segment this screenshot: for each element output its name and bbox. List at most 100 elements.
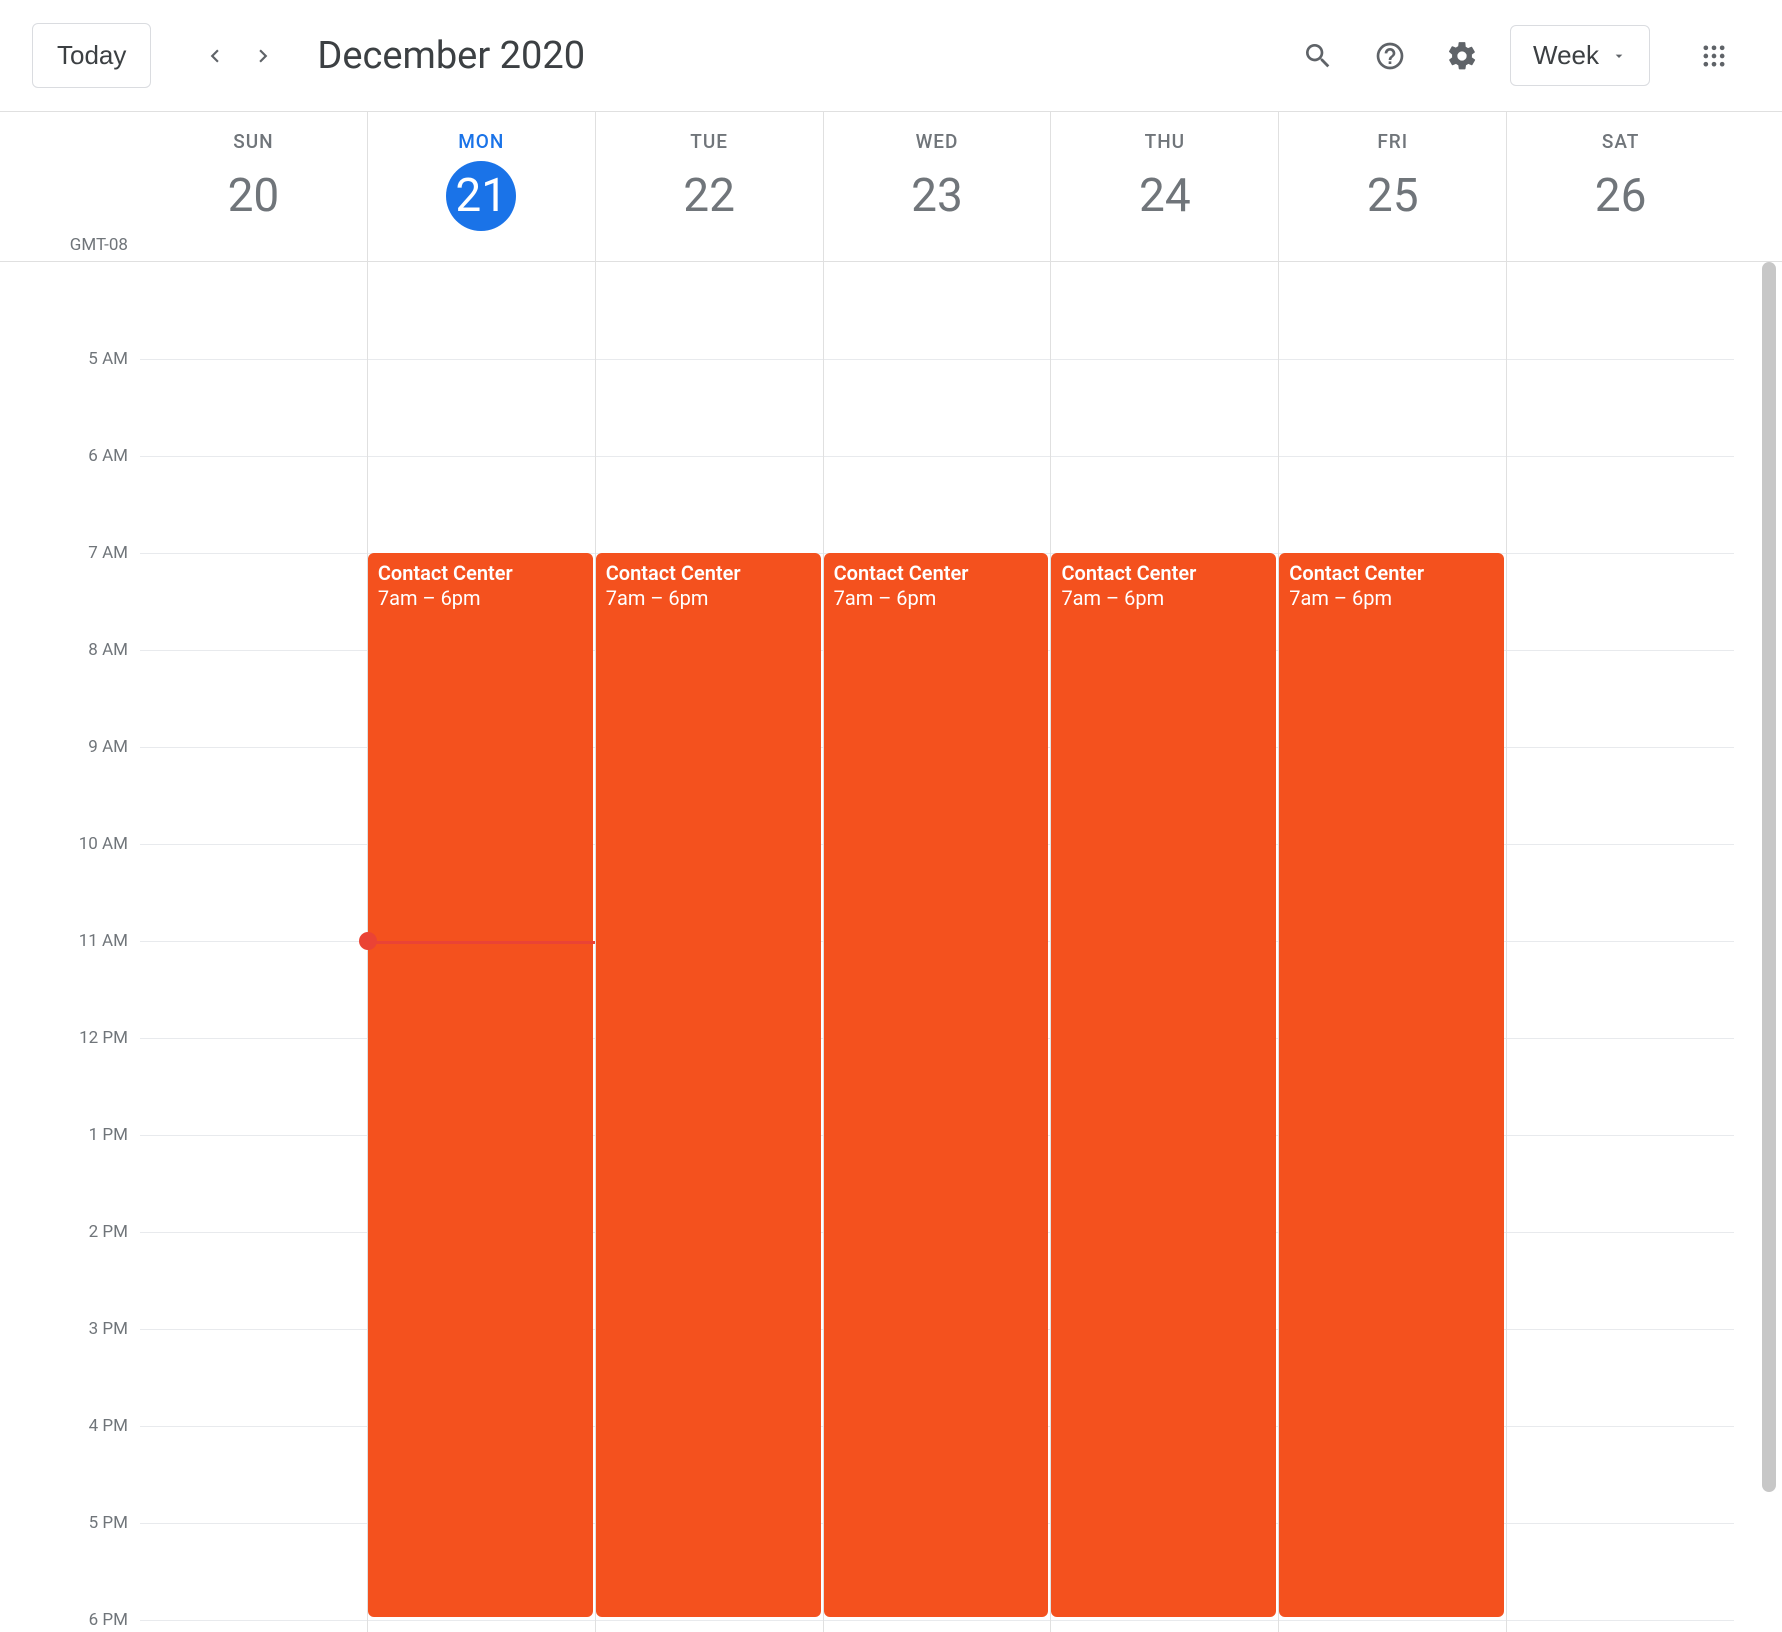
hour-gridline — [368, 456, 595, 457]
calendar-event[interactable]: Contact Center7am – 6pm — [1051, 553, 1276, 1617]
event-title: Contact Center — [1289, 561, 1494, 586]
day-of-week-label: MON — [368, 130, 595, 153]
hour-gridline — [1051, 1620, 1278, 1621]
hour-gridline — [1507, 1232, 1734, 1233]
hour-gridline — [1051, 456, 1278, 457]
day-column-mon[interactable]: Contact Center7am – 6pm — [367, 262, 595, 1632]
calendar-event[interactable]: Contact Center7am – 6pm — [596, 553, 821, 1617]
day-column-sat[interactable] — [1506, 262, 1734, 1632]
day-column-tue[interactable]: Contact Center7am – 6pm — [595, 262, 823, 1632]
day-of-week-label: SUN — [140, 130, 367, 153]
hour-gridline — [140, 1620, 367, 1621]
day-column-fri[interactable]: Contact Center7am – 6pm — [1278, 262, 1506, 1632]
hour-gridline — [1507, 650, 1734, 651]
calendar-event[interactable]: Contact Center7am – 6pm — [1279, 553, 1504, 1617]
hour-label: 5 PM — [89, 1513, 128, 1533]
search-icon — [1302, 40, 1334, 72]
hour-label: 7 AM — [88, 543, 128, 563]
scrollbar-thumb[interactable] — [1762, 262, 1776, 1492]
hour-gridline — [1279, 456, 1506, 457]
prev-period-button[interactable] — [191, 32, 239, 80]
day-header-wed[interactable]: WED23 — [823, 112, 1051, 262]
event-time-label: 7am – 6pm — [606, 586, 811, 611]
hour-gridline — [1279, 359, 1506, 360]
hour-label: 4 PM — [89, 1416, 128, 1436]
hour-gridline — [1507, 941, 1734, 942]
day-header-fri[interactable]: FRI25 — [1278, 112, 1506, 262]
hour-gridline — [824, 456, 1051, 457]
hour-label: 6 PM — [89, 1610, 128, 1630]
hour-gridline — [140, 553, 367, 554]
day-number[interactable]: 22 — [674, 161, 744, 231]
hour-gridline — [824, 359, 1051, 360]
hour-gridline — [140, 1329, 367, 1330]
hour-gridline — [1507, 553, 1734, 554]
event-time-label: 7am – 6pm — [1289, 586, 1494, 611]
hour-labels-column: 5 AM6 AM7 AM8 AM9 AM10 AM11 AM12 PM1 PM2… — [0, 262, 140, 1632]
day-header-mon[interactable]: MON 21 — [367, 112, 595, 262]
google-apps-button[interactable] — [1686, 28, 1742, 84]
hour-label: 12 PM — [79, 1028, 128, 1048]
week-grid[interactable]: 5 AM6 AM7 AM8 AM9 AM10 AM11 AM12 PM1 PM2… — [0, 262, 1782, 1632]
day-of-week-label: THU — [1051, 130, 1278, 153]
view-switcher-label: Week — [1533, 40, 1599, 71]
hour-label: 8 AM — [88, 640, 128, 660]
hour-gridline — [1507, 1426, 1734, 1427]
hour-gridline — [140, 941, 367, 942]
calendar-event[interactable]: Contact Center7am – 6pm — [368, 553, 593, 1617]
hour-gridline — [1507, 844, 1734, 845]
hour-label: 10 AM — [79, 834, 128, 854]
day-column-wed[interactable]: Contact Center7am – 6pm — [823, 262, 1051, 1632]
day-header-row: GMT-08 SUN20MON21TUE22WED23THU24FRI25SAT… — [0, 112, 1782, 262]
hour-gridline — [1507, 1329, 1734, 1330]
hour-gridline — [140, 1426, 367, 1427]
event-title: Contact Center — [378, 561, 583, 586]
hour-gridline — [1507, 1038, 1734, 1039]
day-number[interactable]: 20 — [218, 161, 288, 231]
hour-gridline — [824, 1620, 1051, 1621]
day-number[interactable]: 25 — [1358, 161, 1428, 231]
day-number[interactable]: 24 — [1130, 161, 1200, 231]
day-header-sat[interactable]: SAT 26 — [1506, 112, 1734, 262]
hour-label: 5 AM — [88, 349, 128, 369]
help-icon — [1374, 40, 1406, 72]
hour-gridline — [1507, 359, 1734, 360]
current-time-dot — [359, 932, 377, 950]
event-time-label: 7am – 6pm — [1061, 586, 1266, 611]
search-button[interactable] — [1290, 28, 1346, 84]
hour-gridline — [140, 359, 367, 360]
hour-gridline — [140, 1232, 367, 1233]
chevron-left-icon — [202, 43, 228, 69]
day-number[interactable]: 23 — [902, 161, 972, 231]
event-title: Contact Center — [1061, 561, 1266, 586]
hour-gridline — [368, 359, 595, 360]
day-column-thu[interactable]: Contact Center7am – 6pm — [1050, 262, 1278, 1632]
day-number[interactable]: 21 — [446, 161, 516, 231]
hour-gridline — [140, 1523, 367, 1524]
chevron-right-icon — [250, 43, 276, 69]
settings-button[interactable] — [1434, 28, 1490, 84]
help-button[interactable] — [1362, 28, 1418, 84]
view-switcher-button[interactable]: Week — [1510, 25, 1650, 86]
gear-icon — [1446, 40, 1478, 72]
hour-gridline — [1051, 359, 1278, 360]
hour-label: 9 AM — [88, 737, 128, 757]
event-title: Contact Center — [834, 561, 1039, 586]
next-period-button[interactable] — [239, 32, 287, 80]
hour-gridline — [1507, 1135, 1734, 1136]
hour-label: 6 AM — [88, 446, 128, 466]
period-title: December 2020 — [317, 34, 585, 78]
day-of-week-label: SAT — [1507, 130, 1734, 153]
hour-label: 11 AM — [79, 931, 128, 951]
hour-gridline — [596, 456, 823, 457]
today-button[interactable]: Today — [32, 23, 151, 88]
hour-gridline — [1507, 1523, 1734, 1524]
day-number[interactable]: 26 — [1586, 161, 1656, 231]
day-header-sun[interactable]: SUN 20 — [140, 112, 367, 262]
day-header-tue[interactable]: TUE22 — [595, 112, 823, 262]
day-header-thu[interactable]: THU 24 — [1050, 112, 1278, 262]
hour-gridline — [596, 1620, 823, 1621]
calendar-event[interactable]: Contact Center7am – 6pm — [824, 553, 1049, 1617]
day-column-sun[interactable] — [140, 262, 367, 1632]
hour-gridline — [140, 650, 367, 651]
